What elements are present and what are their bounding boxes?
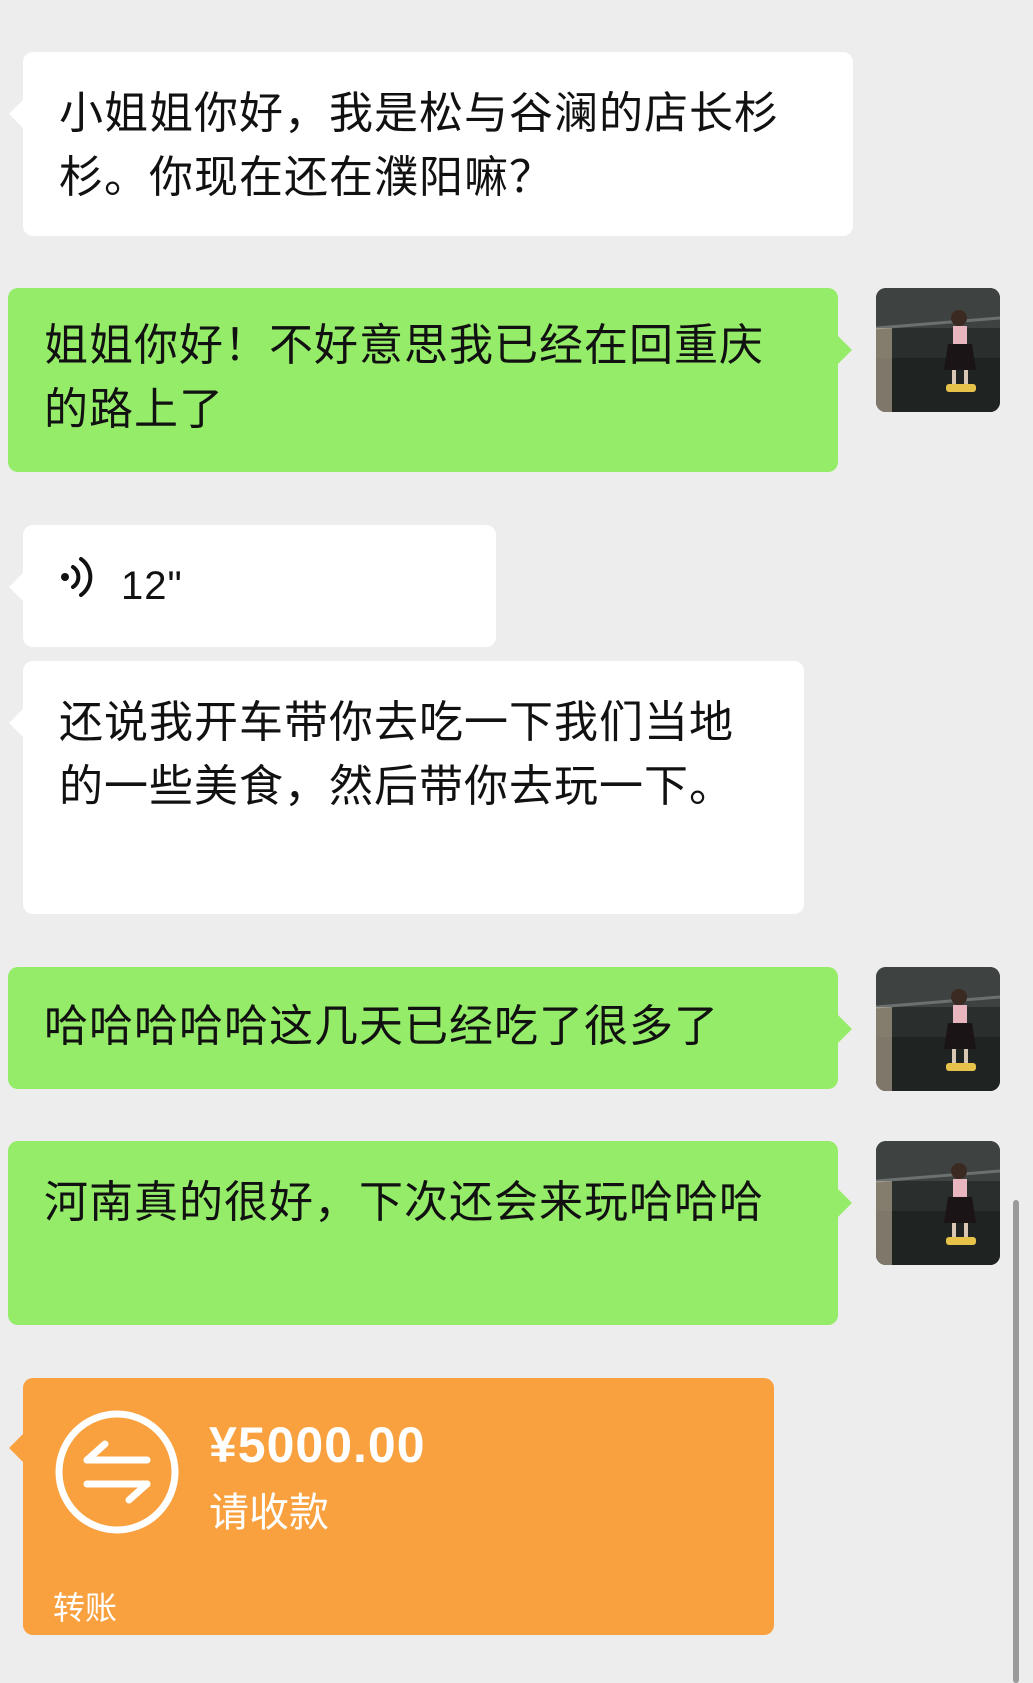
transfer-status: 请收款 (209, 1490, 329, 1536)
avatar[interactable] (876, 288, 1000, 412)
transfer-amount: ¥5000.00 (209, 1417, 426, 1473)
message-text: 哈哈哈哈哈这几天已经吃了很多了 (44, 1001, 719, 1052)
message-bubble-incoming[interactable]: 还说我开车带你去吃一下我们当地的一些美食，然后带你去玩一下。 (9, 661, 804, 914)
transfer-divider (23, 1569, 774, 1570)
message-text: 河南真的很好，下次还会来玩哈哈哈 (44, 1177, 764, 1228)
voice-wave-icon (59, 554, 95, 618)
voice-duration: 12" (121, 564, 183, 608)
message-bubble-outgoing[interactable]: 姐姐你好！不好意思我已经在回重庆的路上了 (8, 288, 852, 472)
message-bubble-outgoing[interactable]: 河南真的很好，下次还会来玩哈哈哈 (8, 1141, 852, 1325)
avatar[interactable] (876, 1141, 1000, 1265)
avatar-photo-icon (876, 1141, 1000, 1265)
message-text: 小姐姐你好，我是松与谷澜的店长杉杉。你现在还在濮阳嘛？ (59, 88, 779, 203)
transfer-type-label: 转账 (53, 1589, 118, 1627)
message-bubble-outgoing[interactable]: 哈哈哈哈哈这几天已经吃了很多了 (8, 967, 852, 1089)
message-text: 姐姐你好！不好意思我已经在回重庆的路上了 (44, 320, 764, 435)
transfer-card[interactable]: ¥5000.00 请收款 转账 (9, 1378, 774, 1635)
message-bubble-incoming[interactable]: 小姐姐你好，我是松与谷澜的店长杉杉。你现在还在濮阳嘛？ (9, 52, 853, 236)
avatar[interactable] (876, 967, 1000, 1091)
chat-area[interactable]: 小姐姐你好，我是松与谷澜的店长杉杉。你现在还在濮阳嘛？ 姐姐你好！不好意思我已经… (0, 0, 1033, 1683)
voice-message-bubble[interactable]: 12" (9, 525, 496, 647)
message-text: 还说我开车带你去吃一下我们当地的一些美食，然后带你去玩一下。 (59, 697, 734, 812)
transfer-arrows-icon (55, 1410, 179, 1534)
scrollbar[interactable] (1013, 1200, 1019, 1683)
avatar-photo-icon (876, 288, 1000, 412)
avatar-photo-icon (876, 967, 1000, 1091)
